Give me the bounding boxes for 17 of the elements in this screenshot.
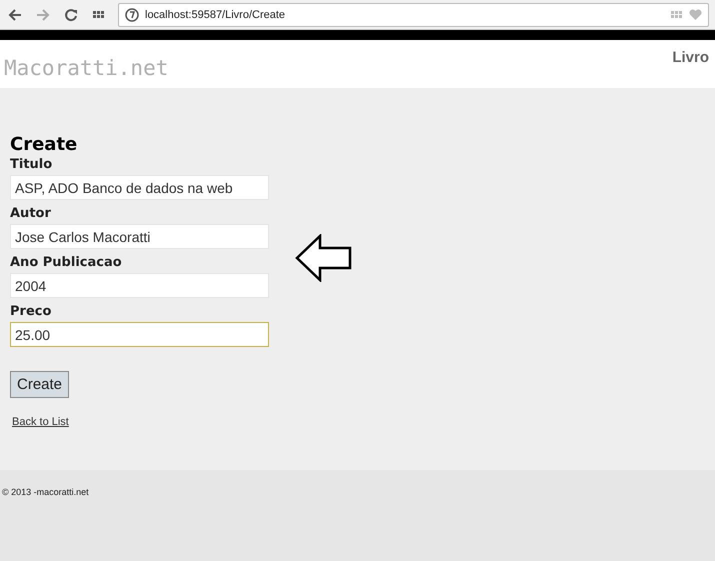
input-field[interactable]: Jose Carlos Macoratti: [10, 224, 269, 249]
field-label: Ano Publicacao: [10, 255, 123, 270]
back-link[interactable]: Back to List: [12, 416, 69, 428]
field-label: Titulo: [10, 157, 54, 172]
copyright-text: © 2013 -macoratti.net: [2, 487, 89, 497]
page-title: Create: [10, 134, 78, 155]
input-field[interactable]: 2004: [10, 273, 269, 298]
input-field[interactable]: 25.00: [10, 322, 269, 347]
field-label: Preco: [10, 304, 52, 319]
left-arrow-icon: [295, 234, 353, 282]
input-field[interactable]: ASP, ADO Banco de dados na web: [10, 175, 269, 200]
address-bar[interactable]: localhost:59587/Livro/Create: [118, 2, 709, 26]
nav-link[interactable]: Livro: [672, 48, 709, 66]
field-label: Autor: [10, 206, 52, 221]
site-logo: Macoratti.net: [4, 56, 168, 80]
create-button[interactable]: Create: [10, 371, 70, 398]
site-info-icon[interactable]: [125, 8, 139, 22]
